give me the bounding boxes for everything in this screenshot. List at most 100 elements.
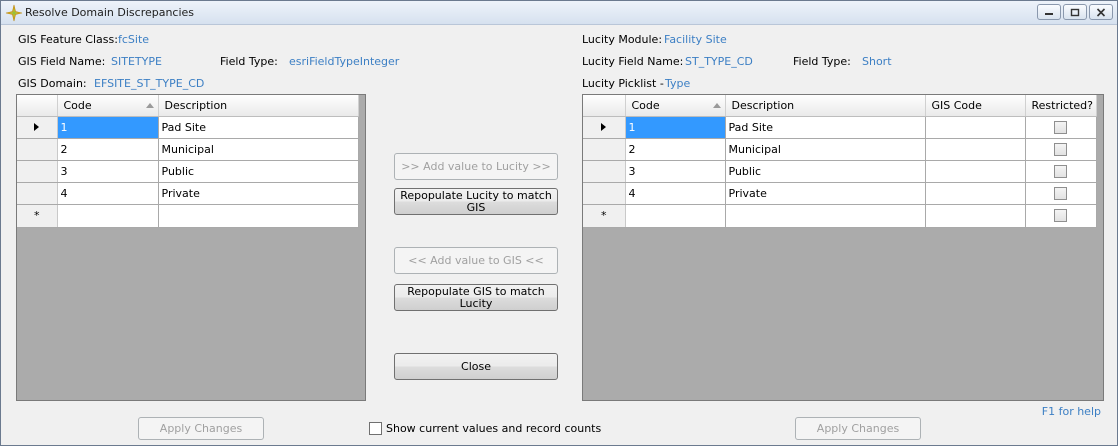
gis-col-description[interactable]: Description	[158, 95, 359, 117]
gis-col-code-label: Code	[63, 98, 92, 112]
table-row[interactable]: 4 Private	[17, 182, 359, 205]
repopulate-gis-label-line2: Lucity	[459, 296, 493, 310]
lucity-description-cell[interactable]: Public	[725, 160, 926, 183]
lucity-new-description-cell[interactable]	[725, 204, 926, 228]
gis-code-cell[interactable]: 3	[57, 160, 159, 183]
repopulate-lucity-button[interactable]: Repopulate Lucity to match GIS	[394, 188, 558, 215]
lucity-gis-code-cell[interactable]	[925, 138, 1026, 161]
lucity-picklist-label: Lucity Picklist -	[582, 77, 664, 90]
row-header[interactable]	[17, 138, 58, 161]
lucity-new-restricted-cell[interactable]	[1025, 204, 1097, 228]
gis-description-cell[interactable]: Pad Site	[158, 116, 359, 139]
restricted-checkbox[interactable]	[1054, 209, 1067, 223]
row-header[interactable]	[583, 182, 626, 205]
lucity-field-type-value: Short	[862, 55, 892, 68]
grid-corner	[583, 95, 626, 117]
app-star-icon	[5, 4, 23, 22]
table-row[interactable]: 3 Public	[17, 160, 359, 183]
gis-code-cell[interactable]: 2	[57, 138, 159, 161]
lucity-col-gis-code[interactable]: GIS Code	[925, 95, 1026, 117]
lucity-code-cell[interactable]: 4	[625, 182, 726, 205]
row-header[interactable]	[583, 138, 626, 161]
gis-domain-label: GIS Domain:	[18, 77, 87, 90]
lucity-restricted-cell[interactable]	[1025, 182, 1097, 205]
new-row[interactable]: *	[17, 204, 359, 228]
table-row[interactable]: 4 Private	[583, 182, 1097, 205]
gis-values-grid[interactable]: Code Description 1 Pad Site 2 Municipal	[16, 94, 366, 401]
title-bar: Resolve Domain Discrepancies	[1, 1, 1117, 25]
table-row[interactable]: 2 Municipal	[583, 138, 1097, 161]
lucity-code-cell[interactable]: 3	[625, 160, 726, 183]
lucity-col-description[interactable]: Description	[725, 95, 926, 117]
gis-apply-changes-button[interactable]: Apply Changes	[138, 417, 264, 440]
lucity-field-name-value: ST_TYPE_CD	[685, 55, 753, 68]
lucity-description-cell[interactable]: Municipal	[725, 138, 926, 161]
lucity-description-cell[interactable]: Private	[725, 182, 926, 205]
close-window-button[interactable]	[1089, 4, 1113, 20]
gis-field-name-label: GIS Field Name:	[18, 55, 106, 68]
restore-icon	[1070, 8, 1080, 16]
gis-field-name-value: SITETYPE	[111, 55, 162, 68]
row-header[interactable]	[17, 116, 58, 139]
lucity-gis-code-cell[interactable]	[925, 116, 1026, 139]
lucity-new-gis-code-cell[interactable]	[925, 204, 1026, 228]
gis-description-cell[interactable]: Private	[158, 182, 359, 205]
gis-col-code[interactable]: Code	[57, 95, 159, 117]
restricted-checkbox[interactable]	[1054, 120, 1067, 134]
lucity-description-cell[interactable]: Pad Site	[725, 116, 926, 139]
lucity-restricted-cell[interactable]	[1025, 160, 1097, 183]
new-row-header[interactable]: *	[583, 204, 626, 228]
gis-code-cell[interactable]: 4	[57, 182, 159, 205]
table-row[interactable]: 1 Pad Site	[583, 116, 1097, 139]
add-value-to-lucity-button[interactable]: >> Add value to Lucity >>	[394, 153, 558, 180]
current-row-icon	[34, 122, 40, 131]
new-row[interactable]: *	[583, 204, 1097, 228]
lucity-field-type-label: Field Type:	[793, 55, 851, 68]
lucity-field-name-label: Lucity Field Name:	[582, 55, 684, 68]
new-row-header[interactable]: *	[17, 204, 58, 228]
row-header[interactable]	[583, 116, 626, 139]
gis-new-description-cell[interactable]	[158, 204, 359, 228]
gis-description-cell[interactable]: Municipal	[158, 138, 359, 161]
repopulate-lucity-label-line1: Repopulate Lucity to match	[400, 188, 552, 202]
lucity-restricted-cell[interactable]	[1025, 116, 1097, 139]
restore-button[interactable]	[1063, 4, 1087, 20]
gis-domain-value: EFSITE_ST_TYPE_CD	[94, 77, 205, 90]
lucity-new-code-cell[interactable]	[625, 204, 726, 228]
row-header[interactable]	[17, 182, 58, 205]
gis-description-cell[interactable]: Public	[158, 160, 359, 183]
add-value-to-gis-button[interactable]: << Add value to GIS <<	[394, 247, 558, 274]
table-row[interactable]: 1 Pad Site	[17, 116, 359, 139]
lucity-code-cell[interactable]: 1	[625, 116, 726, 139]
restricted-checkbox[interactable]	[1054, 164, 1067, 178]
lucity-col-code-label: Code	[631, 98, 660, 112]
minimize-button[interactable]	[1037, 4, 1061, 20]
new-row-marker: *	[601, 208, 607, 222]
restricted-checkbox[interactable]	[1054, 186, 1067, 200]
lucity-restricted-cell[interactable]	[1025, 138, 1097, 161]
row-header[interactable]	[583, 160, 626, 183]
repopulate-gis-button[interactable]: Repopulate GIS to match Lucity	[394, 284, 558, 311]
repopulate-gis-label-line1: Repopulate GIS to match	[407, 284, 545, 298]
show-counts-label: Show current values and record counts	[386, 422, 602, 435]
lucity-gis-code-cell[interactable]	[925, 160, 1026, 183]
lucity-values-grid[interactable]: Code Description GIS Code Restricted? 1 …	[582, 94, 1104, 401]
show-counts-option[interactable]: Show current values and record counts	[369, 422, 601, 435]
gis-feature-class-value: fcSite	[118, 33, 150, 46]
row-header[interactable]	[17, 160, 58, 183]
gis-code-cell[interactable]: 1	[57, 116, 159, 139]
lucity-gis-code-cell[interactable]	[925, 182, 1026, 205]
repopulate-lucity-label-line2: GIS	[466, 200, 486, 214]
lucity-col-code[interactable]: Code	[625, 95, 726, 117]
table-row[interactable]: 2 Municipal	[17, 138, 359, 161]
sort-asc-icon	[712, 103, 721, 108]
lucity-code-cell[interactable]: 2	[625, 138, 726, 161]
gis-new-code-cell[interactable]	[57, 204, 159, 228]
show-counts-checkbox[interactable]	[369, 422, 382, 435]
restricted-checkbox[interactable]	[1054, 142, 1067, 156]
lucity-apply-changes-button[interactable]: Apply Changes	[795, 417, 921, 440]
lucity-module-value: Facility Site	[664, 33, 727, 46]
table-row[interactable]: 3 Public	[583, 160, 1097, 183]
lucity-col-restricted[interactable]: Restricted?	[1025, 95, 1097, 117]
close-button[interactable]: Close	[394, 353, 558, 380]
